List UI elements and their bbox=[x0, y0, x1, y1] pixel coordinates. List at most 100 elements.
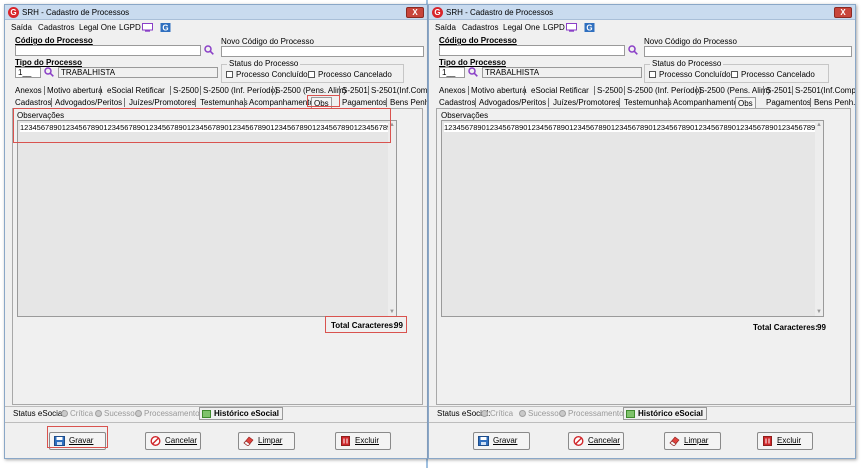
tipo-code-input[interactable]: 1__ bbox=[15, 67, 41, 78]
title-bar: G SRH - Cadastro de Processos X bbox=[429, 5, 855, 20]
excluir-button[interactable]: Excluir bbox=[335, 432, 391, 450]
menu-lgpd[interactable]: LGPD bbox=[119, 23, 141, 32]
tab-pagamentos[interactable]: Pagamentos bbox=[342, 97, 387, 108]
tab-obs[interactable]: Obs bbox=[735, 97, 756, 108]
eraser-icon bbox=[669, 436, 680, 446]
tipo-desc-field: TRABALHISTA bbox=[58, 67, 218, 78]
gravar-button[interactable]: Gravar bbox=[473, 432, 530, 450]
menu-legal-one[interactable]: Legal One bbox=[503, 23, 540, 32]
codigo-input[interactable] bbox=[439, 45, 625, 56]
tab-anexos[interactable]: Anexos bbox=[439, 85, 466, 96]
status-processamento-label: Processamento bbox=[144, 409, 200, 418]
tab-s2500[interactable]: S-2500 bbox=[597, 85, 623, 96]
app-shortcut-icon[interactable]: G bbox=[584, 23, 595, 32]
tipo-label: Tipo do Processo bbox=[15, 58, 82, 67]
tab-anexos[interactable]: Anexos bbox=[15, 85, 42, 96]
tab-s2501-inf-compl[interactable]: S-2501(Inf.Compl) bbox=[795, 85, 855, 96]
limpar-button[interactable]: Limpar bbox=[664, 432, 721, 450]
search-icon[interactable] bbox=[628, 45, 638, 55]
cancel-icon bbox=[150, 436, 161, 446]
delete-icon bbox=[341, 436, 350, 446]
tab-pagamentos[interactable]: Pagamentos bbox=[766, 97, 811, 108]
tab-s2500[interactable]: S-2500 bbox=[173, 85, 199, 96]
cancelar-button[interactable]: Cancelar bbox=[145, 432, 201, 450]
cancelar-label: Cancelar bbox=[165, 436, 198, 445]
tab-juizes-promotores[interactable]: Juízes/Promotores bbox=[129, 97, 196, 108]
novo-codigo-label: Novo Código do Processo bbox=[221, 37, 314, 46]
monitor-icon[interactable] bbox=[566, 23, 577, 32]
close-button[interactable]: X bbox=[406, 7, 424, 18]
processo-cancelado-label: Processo Cancelado bbox=[318, 70, 392, 79]
processo-cancelado-checkbox[interactable]: Processo Cancelado bbox=[308, 70, 392, 79]
tab-bens-penh[interactable]: Bens Penh. bbox=[390, 97, 427, 108]
historico-esocial-button[interactable]: Histórico eSocial bbox=[623, 407, 707, 420]
textarea-scrollbar[interactable]: ▲ ▼ bbox=[815, 121, 823, 316]
historico-esocial-label: Histórico eSocial bbox=[214, 409, 279, 418]
status-dot-icon bbox=[559, 410, 566, 417]
excluir-label: Excluir bbox=[355, 436, 380, 445]
cancel-icon bbox=[573, 436, 584, 446]
tipo-code-input[interactable]: 1__ bbox=[439, 67, 465, 78]
processo-concluido-label: Processo Concluído bbox=[236, 70, 308, 79]
menu-cadastros[interactable]: Cadastros bbox=[38, 23, 74, 32]
tab-s2501[interactable]: S-2501 bbox=[342, 85, 368, 96]
tab-advogados-peritos[interactable]: Advogados/Peritos bbox=[479, 97, 546, 108]
tab-motivo-abertura[interactable]: Motivo abertura bbox=[47, 85, 103, 96]
total-caracteres-value: 99 bbox=[817, 323, 826, 332]
tabs-row-2: Cadastros Advogados/Peritos Juízes/Promo… bbox=[12, 97, 427, 108]
save-icon bbox=[478, 436, 489, 446]
cancelar-button[interactable]: Cancelar bbox=[568, 432, 624, 450]
tab-juizes-promotores[interactable]: Juízes/Promotores bbox=[553, 97, 620, 108]
novo-codigo-input[interactable] bbox=[221, 46, 424, 57]
tab-s2500-inf-periodo[interactable]: S-2500 (Inf. Período) bbox=[203, 85, 278, 96]
menu-saida[interactable]: Saída bbox=[435, 23, 456, 32]
observacoes-label: Observações bbox=[441, 111, 489, 120]
delete-icon bbox=[763, 436, 772, 446]
title-bar: G SRH - Cadastro de Processos X bbox=[5, 5, 427, 20]
limpar-label: Limpar bbox=[258, 436, 283, 445]
tab-acompanhamento[interactable]: Acompanhamento bbox=[249, 97, 314, 108]
tab-advogados-peritos[interactable]: Advogados/Peritos bbox=[55, 97, 122, 108]
menu-legal-one[interactable]: Legal One bbox=[79, 23, 116, 32]
processo-concluido-checkbox[interactable]: Processo Concluído bbox=[226, 70, 308, 79]
tab-esocial-retificar[interactable]: eSocial Retificar bbox=[107, 85, 165, 96]
observacoes-textarea[interactable]: 1234567890123456789012345678901234567890… bbox=[441, 120, 824, 317]
scroll-up-icon[interactable]: ▲ bbox=[815, 121, 823, 129]
novo-codigo-input[interactable] bbox=[644, 46, 852, 57]
tab-s2500-pens-alim[interactable]: S-2500 (Pens. Alim) bbox=[699, 85, 770, 96]
status-esocial-label: Status eSocial: bbox=[13, 409, 67, 418]
tab-testemunhas[interactable]: Testemunhas bbox=[624, 97, 672, 108]
monitor-icon[interactable] bbox=[142, 23, 153, 32]
tab-testemunhas[interactable]: Testemunhas bbox=[200, 97, 248, 108]
scroll-down-icon[interactable]: ▼ bbox=[388, 308, 396, 316]
tab-cadastros[interactable]: Cadastros bbox=[15, 97, 51, 108]
menu-lgpd[interactable]: LGPD bbox=[543, 23, 565, 32]
tab-s2501-inf-compl[interactable]: S-2501(Inf.Compl) bbox=[371, 85, 427, 96]
menu-bar: Saída Cadastros Legal One LGPD G bbox=[429, 21, 855, 34]
tipo-search-icon[interactable] bbox=[44, 67, 54, 77]
menu-cadastros[interactable]: Cadastros bbox=[462, 23, 498, 32]
processo-concluido-checkbox[interactable]: Processo Concluído bbox=[649, 70, 731, 79]
tab-esocial-retificar[interactable]: eSocial Retificar bbox=[531, 85, 589, 96]
tab-bens-penh[interactable]: Bens Penh. bbox=[814, 97, 855, 108]
processo-cancelado-checkbox[interactable]: Processo Cancelado bbox=[731, 70, 815, 79]
tab-s2501[interactable]: S-2501 bbox=[766, 85, 792, 96]
textarea-scrollbar[interactable]: ▲ ▼ bbox=[388, 121, 396, 316]
tab-cadastros[interactable]: Cadastros bbox=[439, 97, 475, 108]
tab-motivo-abertura[interactable]: Motivo abertura bbox=[471, 85, 527, 96]
observacoes-textarea[interactable]: 1234567890123456789012345678901234567890… bbox=[17, 120, 397, 317]
codigo-input[interactable] bbox=[15, 45, 201, 56]
menu-saida[interactable]: Saída bbox=[11, 23, 32, 32]
close-button[interactable]: X bbox=[834, 7, 852, 18]
tab-acompanhamento[interactable]: Acompanhamento bbox=[673, 97, 738, 108]
scroll-down-icon[interactable]: ▼ bbox=[815, 308, 823, 316]
status-group-title: Status do Processo bbox=[650, 59, 724, 68]
historico-esocial-button[interactable]: Histórico eSocial bbox=[199, 407, 283, 420]
search-icon[interactable] bbox=[204, 45, 214, 55]
tipo-search-icon[interactable] bbox=[468, 67, 478, 77]
excluir-button[interactable]: Excluir bbox=[757, 432, 813, 450]
limpar-button[interactable]: Limpar bbox=[238, 432, 295, 450]
window-left: G SRH - Cadastro de Processos X Saída Ca… bbox=[4, 4, 428, 459]
app-shortcut-icon[interactable]: G bbox=[160, 23, 171, 32]
tab-s2500-inf-periodo[interactable]: S-2500 (Inf. Período) bbox=[627, 85, 702, 96]
